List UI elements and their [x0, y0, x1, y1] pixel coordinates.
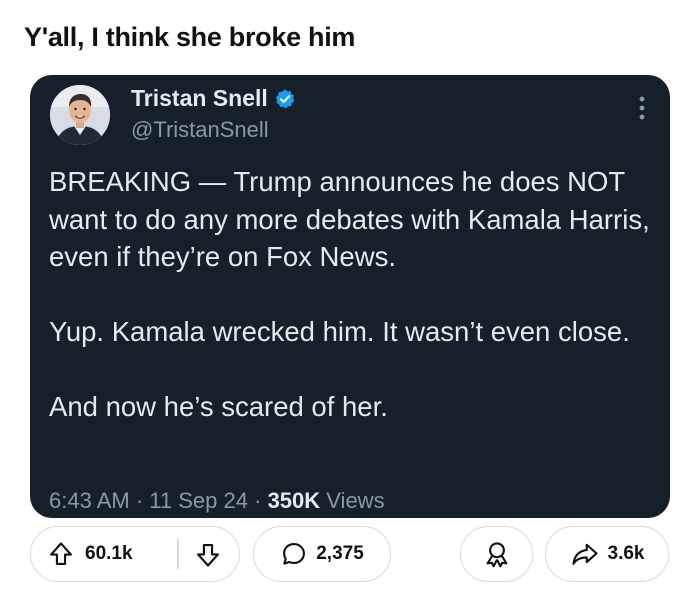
downvote-button[interactable]	[193, 541, 223, 569]
award-ribbon-icon	[482, 539, 512, 569]
upvote-arrow-icon	[47, 540, 75, 568]
author-row[interactable]: Tristan Snell	[131, 85, 296, 112]
share-button[interactable]: 3.6k	[545, 526, 669, 582]
upvote-button[interactable]: 60.1k	[31, 527, 133, 581]
tweet-text: BREAKING — Trump announces he does NOT w…	[49, 163, 655, 426]
tweet-paragraph: BREAKING — Trump announces he does NOT w…	[49, 166, 650, 272]
tweet-date: 11 Sep 24	[149, 488, 248, 513]
award-button[interactable]	[460, 526, 533, 582]
share-count: 3.6k	[607, 543, 645, 564]
reddit-post-view: Y'all, I think she broke him Tristan Sne…	[0, 0, 700, 592]
tweet-paragraph: Yup. Kamala wrecked him. It wasn’t even …	[49, 316, 630, 347]
vote-control: 60.1k	[30, 526, 240, 582]
avatar-photo	[50, 85, 110, 145]
verified-badge-icon	[274, 88, 296, 110]
tweet-time: 6:43 AM	[49, 488, 130, 513]
meta-separator: ·	[254, 488, 262, 513]
views-label: Views	[326, 488, 385, 513]
comment-count: 2,375	[316, 543, 364, 564]
share-arrow-icon	[570, 540, 600, 568]
post-action-bar: 60.1k 2,375 3.6k	[0, 526, 700, 584]
downvote-arrow-icon	[194, 541, 222, 569]
tweet-meta: 6:43 AM · 11 Sep 24 · 350K Views	[49, 488, 385, 514]
post-title: Y'all, I think she broke him	[24, 22, 356, 52]
avatar[interactable]	[50, 85, 110, 145]
upvote-count: 60.1k	[85, 543, 133, 564]
comment-bubble-icon	[280, 540, 308, 568]
comments-button[interactable]: 2,375	[253, 526, 391, 582]
vote-divider	[177, 539, 179, 569]
meta-separator: ·	[135, 488, 144, 513]
views-count: 350K	[267, 488, 321, 513]
tweet-paragraph: And now he’s scared of her.	[49, 391, 388, 422]
author-handle[interactable]: @TristanSnell	[131, 117, 269, 143]
more-vertical-icon[interactable]	[634, 93, 650, 123]
embedded-tweet-card[interactable]: Tristan Snell @TristanSnell BREAKING — T…	[30, 75, 670, 518]
author-name[interactable]: Tristan Snell	[131, 85, 268, 112]
